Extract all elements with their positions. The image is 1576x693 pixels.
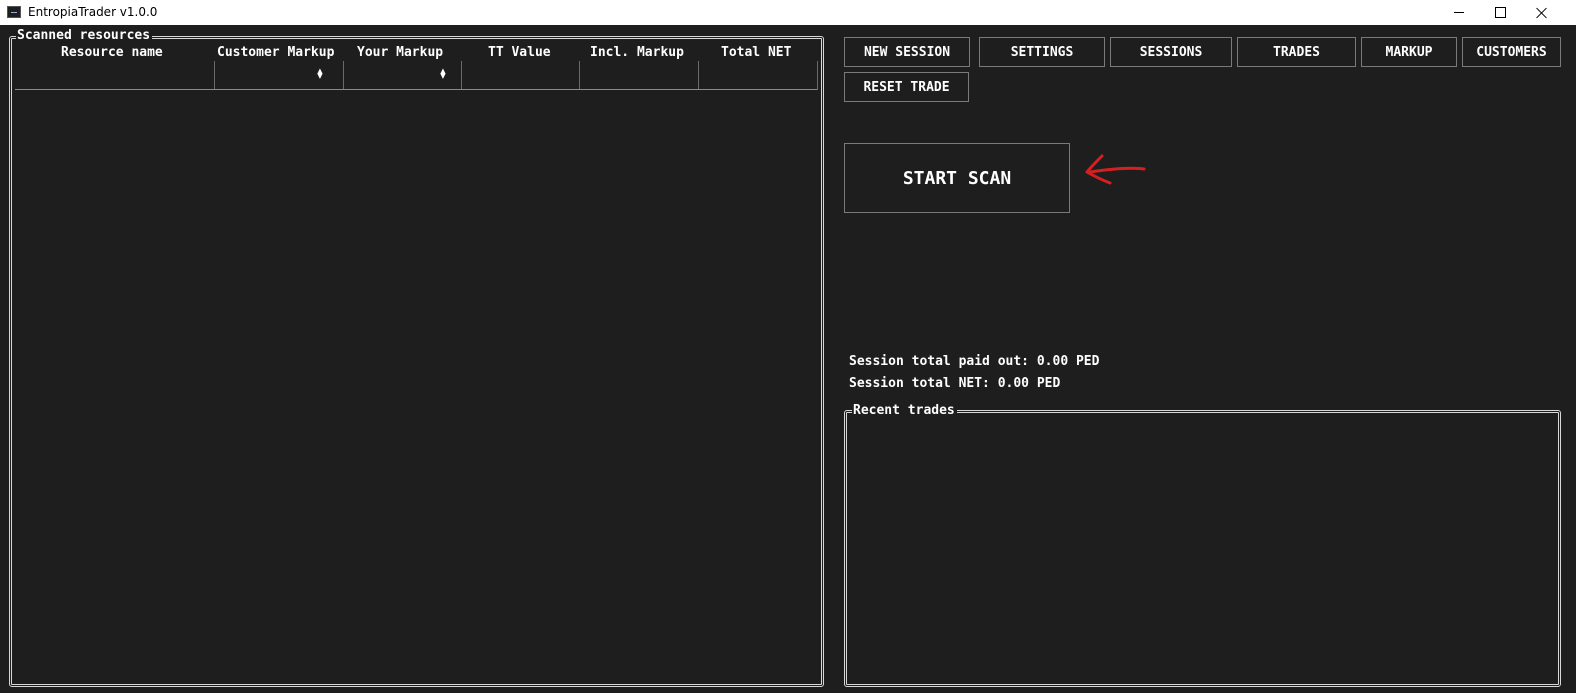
table-header-divider bbox=[15, 89, 817, 90]
column-header-resource-name[interactable]: Resource name bbox=[61, 45, 163, 60]
app-icon bbox=[7, 6, 21, 18]
session-paid-out-text: Session total paid out: 0.00 PED bbox=[849, 354, 1100, 369]
minimize-button[interactable] bbox=[1436, 0, 1482, 25]
start-scan-button[interactable]: START SCAN bbox=[844, 143, 1070, 213]
close-icon bbox=[1536, 7, 1548, 19]
recent-trades-label: Recent trades bbox=[852, 403, 957, 418]
reset-trade-button[interactable]: RESET TRADE bbox=[844, 72, 969, 102]
incl-markup-cell bbox=[579, 61, 699, 90]
your-markup-spinner[interactable]: ▲ ▼ bbox=[439, 68, 447, 83]
new-session-button[interactable]: NEW SESSION bbox=[844, 37, 970, 67]
spinner-down-icon[interactable]: ▼ bbox=[316, 73, 324, 80]
column-header-customer-markup[interactable]: Customer Markup bbox=[217, 45, 334, 60]
close-button[interactable] bbox=[1519, 0, 1565, 25]
customer-markup-spinner[interactable]: ▲ ▼ bbox=[316, 68, 324, 83]
maximize-button[interactable] bbox=[1477, 0, 1523, 25]
resource-name-filter-cell bbox=[15, 61, 215, 90]
settings-button[interactable]: SETTINGS bbox=[979, 37, 1105, 67]
column-header-your-markup[interactable]: Your Markup bbox=[357, 45, 443, 60]
sessions-button[interactable]: SESSIONS bbox=[1110, 37, 1232, 67]
session-net-text: Session total NET: 0.00 PED bbox=[849, 376, 1061, 391]
column-header-total-net[interactable]: Total NET bbox=[721, 45, 791, 60]
window-title: EntropiaTrader v1.0.0 bbox=[28, 5, 158, 19]
minimize-icon bbox=[1454, 12, 1464, 13]
scanned-resources-panel bbox=[9, 36, 824, 687]
scanned-resources-label: Scanned resources bbox=[16, 28, 153, 43]
your-markup-input[interactable]: ▲ ▼ bbox=[343, 61, 462, 90]
annotation-arrow-icon bbox=[1085, 154, 1146, 185]
window-titlebar: EntropiaTrader v1.0.0 bbox=[0, 0, 1576, 25]
customers-button[interactable]: CUSTOMERS bbox=[1462, 37, 1561, 67]
tt-value-cell bbox=[461, 61, 580, 90]
column-header-tt-value[interactable]: TT Value bbox=[488, 45, 551, 60]
total-net-cell bbox=[698, 61, 818, 90]
spinner-down-icon[interactable]: ▼ bbox=[439, 73, 447, 80]
recent-trades-panel bbox=[844, 410, 1561, 687]
trades-button[interactable]: TRADES bbox=[1237, 37, 1356, 67]
column-header-incl-markup[interactable]: Incl. Markup bbox=[590, 45, 684, 60]
customer-markup-input[interactable]: ▲ ▼ bbox=[214, 61, 344, 90]
maximize-icon bbox=[1494, 7, 1506, 18]
markup-button[interactable]: MARKUP bbox=[1361, 37, 1457, 67]
